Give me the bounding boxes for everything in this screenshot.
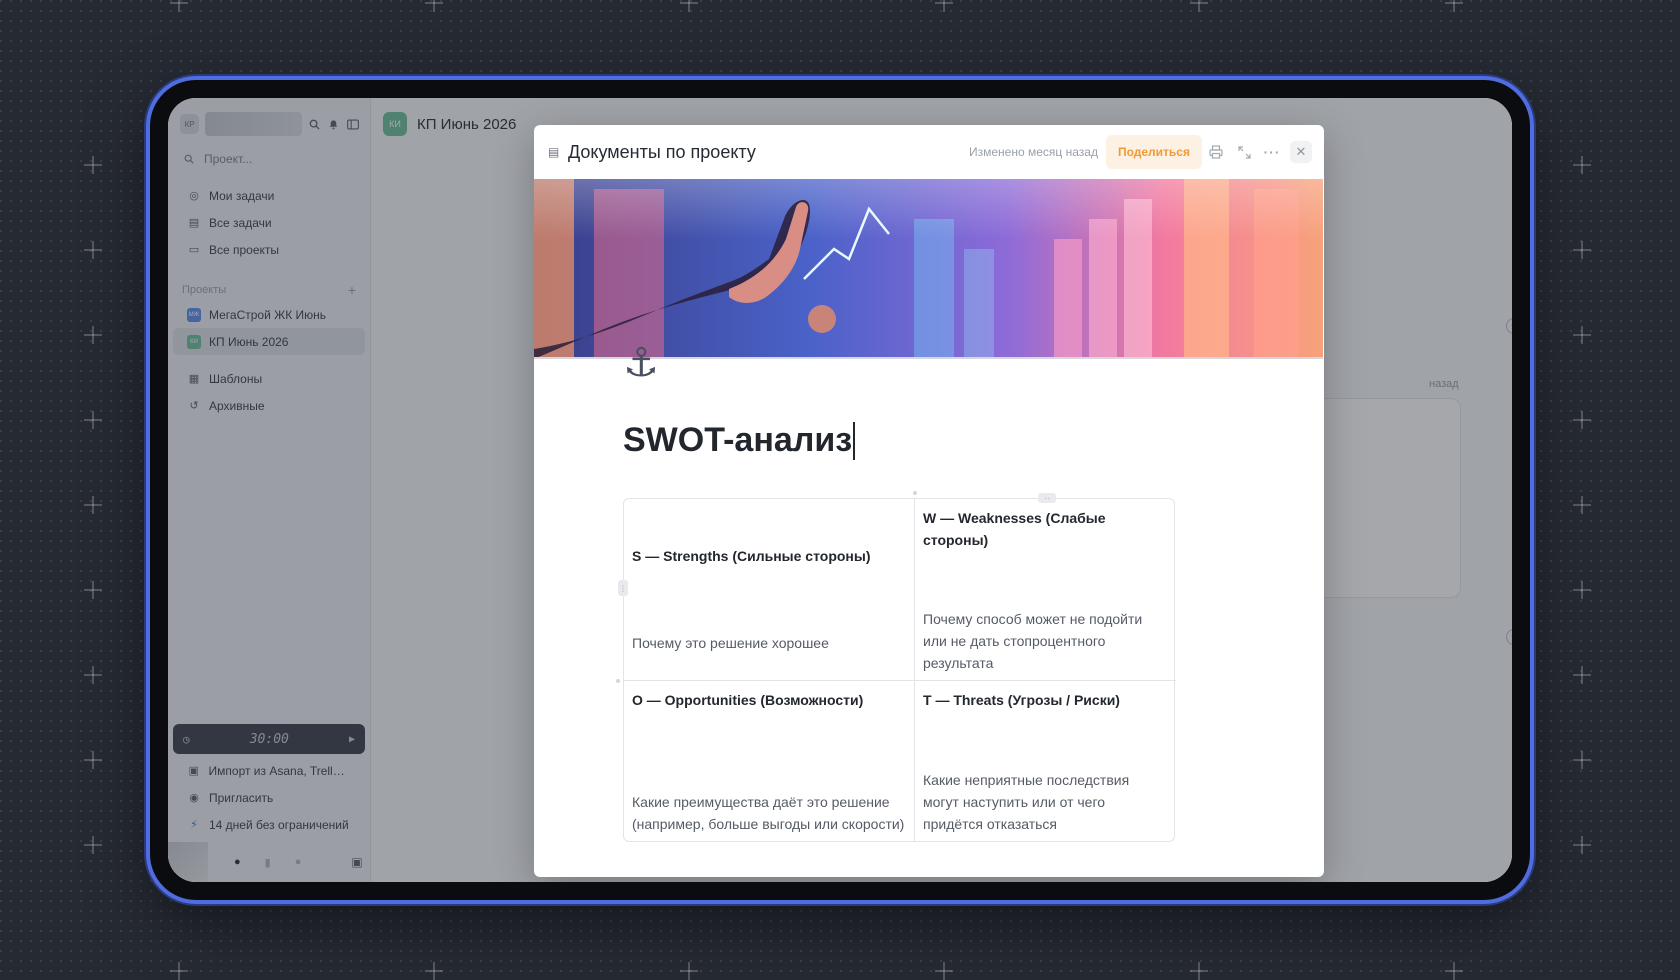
swot-table[interactable]: ·· ⋮ S — Strengths (Сильные стороны) Поч…	[616, 491, 1176, 842]
swot-heading: W — Weaknesses (Слабые стороны)	[923, 510, 1106, 548]
cover-image[interactable]	[534, 179, 1323, 359]
swot-text: Почему это решение хорошее	[632, 635, 829, 651]
text-caret	[853, 421, 855, 460]
app-screen: КР Проект... ◎ Мои задачи ▤ Все задачи ▭…	[168, 98, 1512, 882]
swot-heading: T — Threats (Угрозы / Риски)	[923, 692, 1120, 708]
page-title-text[interactable]: SWOT-анализ	[623, 421, 852, 460]
last-modified: Изменено месяц назад	[969, 145, 1098, 159]
swot-text: Почему способ может не подойти или не да…	[923, 611, 1143, 671]
expand-icon[interactable]	[1230, 138, 1258, 166]
share-button[interactable]: Поделиться	[1105, 135, 1202, 169]
modal-title: Документы по проекту	[568, 141, 756, 162]
swot-heading: S — Strengths (Сильные стороны)	[632, 548, 871, 564]
swot-cell-strengths[interactable]: S — Strengths (Сильные стороны) Почему э…	[624, 499, 915, 681]
table-corner-handle[interactable]	[913, 491, 917, 495]
swot-cell-threats[interactable]: T — Threats (Угрозы / Риски) Какие непри…	[915, 681, 1176, 841]
tablet-frame: КР Проект... ◎ Мои задачи ▤ Все задачи ▭…	[150, 80, 1530, 900]
more-icon[interactable]: ···	[1258, 138, 1286, 166]
swot-cell-opportunities[interactable]: O — Opportunities (Возможности) Какие пр…	[624, 681, 915, 841]
document-modal: ▤ Документы по проекту Изменено месяц на…	[534, 125, 1324, 877]
swot-text: Какие преимущества даёт это решение (нап…	[632, 794, 905, 832]
swot-heading: O — Opportunities (Возможности)	[632, 692, 864, 708]
swot-cell-weaknesses[interactable]: W — Weaknesses (Слабые стороны) Почему с…	[915, 499, 1176, 681]
close-icon[interactable]: ✕	[1290, 141, 1312, 163]
print-icon[interactable]	[1202, 138, 1230, 166]
document-icon: ▤	[548, 145, 560, 159]
swot-text: Какие неприятные последствия могут насту…	[923, 772, 1130, 832]
document-body: ⚓ SWOT-анализ ·· ⋮ S — Strengths (Сильны…	[534, 343, 1324, 842]
modal-header: ▤ Документы по проекту Изменено месяц на…	[534, 125, 1324, 179]
anchor-icon[interactable]: ⚓	[623, 343, 659, 383]
table-corner-handle[interactable]	[616, 679, 620, 683]
page-title[interactable]: SWOT-анализ	[623, 359, 1324, 460]
